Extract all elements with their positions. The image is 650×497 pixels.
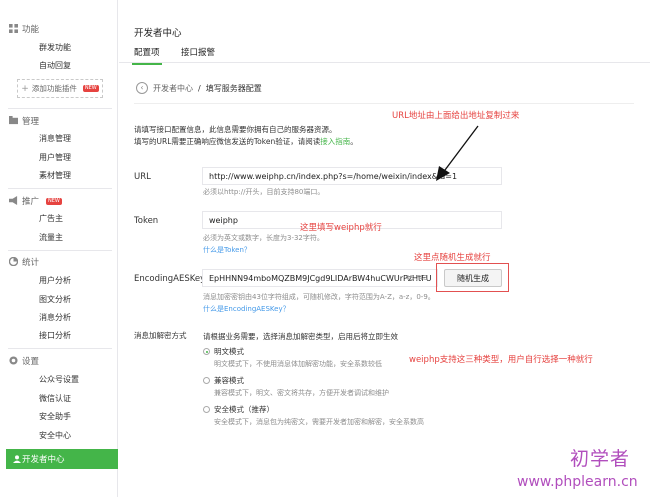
sidebar-group-label: 功能 [22,25,40,35]
encrypt-mode-desc: 请根据业务需要，选择消息加解密类型，启用后将立即生效 [203,332,398,341]
tab-config[interactable]: 配置项 [132,46,162,65]
sidebar-item-security-assistant[interactable]: 安全助手 [39,411,71,422]
radio-secure[interactable]: 安全模式（推荐） [203,404,274,415]
intro-text: 填写的URL需要正确响应微信发送的Token验证，请阅读 [134,137,321,146]
radio-compatible[interactable]: 兼容模式 [203,375,244,386]
sidebar-group-manage[interactable]: 管理 [9,115,40,127]
plus-icon: + [21,83,29,94]
sidebar-item-verification[interactable]: 微信认证 [39,393,71,404]
sidebar-item-user-analysis[interactable]: 用户分析 [39,275,71,286]
sidebar-item-account-settings[interactable]: 公众号设置 [39,374,79,385]
annotation-token-note: 这里填写weiphp就行 [300,223,382,233]
aes-key-hint: 消息加密密钥由43位字符组成，可随机修改，字符范围为A-Z，a-z，0-9。 [203,293,435,301]
sidebar-item-mass-send[interactable]: 群发功能 [39,42,71,53]
sidebar-item-auto-reply[interactable]: 自动回复 [39,60,71,71]
sidebar-divider [8,250,112,251]
url-hint: 必须以http://开头，目前支持80端口。 [203,188,325,196]
tab-bar: 配置项 接口报警 [119,41,650,65]
sidebar-item-publisher[interactable]: 流量主 [39,232,63,243]
sidebar-group-label: 推广 [22,197,40,207]
divider [134,103,634,104]
radio-secure-desc: 安全模式下，消息包为纯密文，需要开发者加密和解密，安全系数高 [214,418,424,426]
sidebar-item-users[interactable]: 用户管理 [39,152,71,163]
annotation-random-note: 这里点随机生成就行 [414,253,491,263]
tab-api-alarm[interactable]: 接口报警 [181,46,215,58]
sidebar-item-materials[interactable]: 素材管理 [39,170,71,181]
page-title: 开发者中心 [134,28,182,39]
folder-icon [9,116,18,125]
sidebar-divider [8,188,112,189]
radio-plaintext[interactable]: 明文模式 [203,346,244,357]
breadcrumb: ‹ 开发者中心 / 填写服务器配置 [136,82,262,94]
sidebar-item-message-analysis[interactable]: 消息分析 [39,312,71,323]
radio-plaintext-desc: 明文模式下，不使用消息体加解密功能，安全系数较低 [214,360,382,368]
annotation-url-note: URL地址由上面给出地址复制过来 [392,111,520,121]
sidebar-group-label: 统计 [22,258,40,268]
radio-button[interactable] [203,377,210,384]
radio-label: 安全模式（推荐） [214,405,274,414]
access-guide-link[interactable]: 接入指南 [320,137,350,146]
intro-line-2: 填写的URL需要正确响应微信发送的Token验证，请阅读接入指南。 [134,136,358,147]
sidebar-group-label: 管理 [22,117,40,127]
intro-suffix: 。 [350,137,358,146]
encrypt-mode-label: 消息加解密方式 [134,331,187,340]
breadcrumb-parent[interactable]: 开发者中心 [153,83,193,94]
sidebar-group-function[interactable]: 功能 [9,23,40,35]
radio-label: 兼容模式 [214,376,244,385]
back-arrow-icon[interactable]: ‹ [136,82,148,94]
add-plugin-button[interactable]: + 添加功能插件 NEW [17,79,103,98]
sidebar-item-label: 开发者中心 [22,455,65,465]
breadcrumb-separator: / [198,83,201,93]
new-badge: NEW [46,197,62,205]
what-is-aes-key-link[interactable]: 什么是EncodingAESKey？ [203,304,290,314]
sidebar-item-advertiser[interactable]: 广告主 [39,213,63,224]
sidebar-item-api-analysis[interactable]: 接口分析 [39,330,71,341]
what-is-token-link[interactable]: 什么是Token？ [203,245,251,255]
breadcrumb-current: 填写服务器配置 [205,83,262,93]
add-plugin-label: 添加功能插件 [31,84,77,93]
annotation-box [436,263,509,292]
aes-key-input[interactable]: EpHHNN94mboMQZBM9JCgd9LIDArBW4huCWUrPzHt… [202,269,438,287]
annotation-mode-note: weiphp支持这三种类型，用户自行选择一种就行 [409,355,593,365]
annotation-arrow-icon [436,125,479,181]
user-icon [13,455,21,463]
intro-line-1: 请填写接口配置信息，此信息需要你拥有自己的服务器资源。 [134,125,337,134]
sidebar-group-stats[interactable]: 统计 [9,256,40,268]
sidebar-item-messages[interactable]: 消息管理 [39,133,71,144]
sidebar-group-promotion[interactable]: 推广 NEW [9,195,62,207]
sidebar-item-security-center[interactable]: 安全中心 [39,430,71,441]
radio-compatible-desc: 兼容模式下，明文、密文将共存，方便开发者调试和维护 [214,389,389,397]
aes-key-counter: 43 /43 [405,274,428,282]
token-hint: 必须为英文或数字，长度为3-32字符。 [203,234,324,242]
radio-label: 明文模式 [214,347,244,356]
gear-icon [9,356,18,365]
sidebar: 功能 群发功能 自动回复 + 添加功能插件 NEW 管理 消息管理 用户管理 素… [0,0,118,497]
sidebar-item-developer-center[interactable]: 开发者中心 [6,449,118,469]
sidebar-group-settings[interactable]: 设置 [9,355,40,367]
new-badge: NEW [82,85,99,92]
token-label: Token [134,216,159,226]
chart-icon [9,257,18,266]
sidebar-group-label: 设置 [22,357,40,367]
aes-key-label: EncodingAESKey [134,274,206,284]
sidebar-divider [8,108,112,109]
megaphone-icon [9,196,18,205]
main-content: 开发者中心 配置项 接口报警 ‹ 开发者中心 / 填写服务器配置 请填写接口配置… [119,0,650,497]
sidebar-divider [8,348,112,349]
watermark-title: 初学者 [570,448,631,470]
url-label: URL [134,172,151,182]
grid-icon [9,24,18,33]
radio-button[interactable] [203,348,210,355]
sidebar-item-article-analysis[interactable]: 图文分析 [39,294,71,305]
watermark-url: www.phplearn.cn [517,474,638,490]
radio-button[interactable] [203,406,210,413]
